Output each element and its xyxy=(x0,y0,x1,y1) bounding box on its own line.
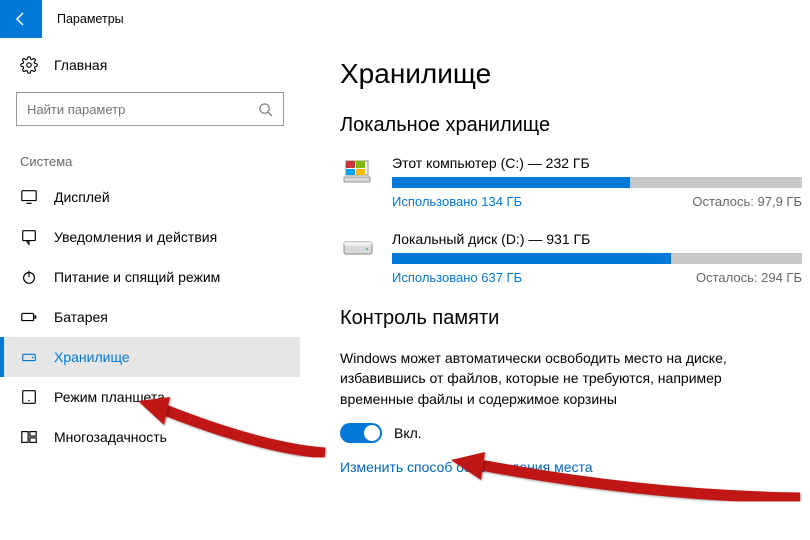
arrow-left-icon xyxy=(13,11,29,27)
back-button[interactable] xyxy=(0,0,42,38)
drive-item[interactable]: Этот компьютер (C:) — 232 ГБ Использовано… xyxy=(340,155,802,209)
nav-label: Многозадачность xyxy=(54,429,167,445)
nav-label: Батарея xyxy=(54,309,108,325)
nav-label: Дисплей xyxy=(54,189,110,205)
toggle-knob xyxy=(364,425,380,441)
drive-icon xyxy=(340,157,378,185)
home-button[interactable]: Главная xyxy=(0,50,300,88)
change-free-space-link[interactable]: Изменить способ освобождения места xyxy=(340,459,802,475)
nav-label: Режим планшета xyxy=(54,389,165,405)
storage-icon xyxy=(20,348,38,366)
drive-item[interactable]: Локальный диск (D:) — 931 ГБ Использовано… xyxy=(340,231,802,285)
nav-item-notification[interactable]: Уведомления и действия xyxy=(0,217,300,257)
home-label: Главная xyxy=(54,57,107,73)
drive-usage-bar xyxy=(392,177,802,188)
drive-remaining: Осталось: 97,9 ГБ xyxy=(692,194,802,209)
group-label: Система xyxy=(0,144,300,177)
display-icon xyxy=(20,188,38,206)
tablet-icon xyxy=(20,388,38,406)
local-storage-heading: Локальное хранилище xyxy=(340,114,802,137)
drive-title: Локальный диск (D:) — 931 ГБ xyxy=(392,231,802,247)
storage-sense-toggle-row: Вкл. xyxy=(340,423,802,443)
search-input[interactable] xyxy=(27,102,258,117)
gear-icon xyxy=(20,56,38,74)
drive-used: Использовано 637 ГБ xyxy=(392,270,522,285)
drive-body: Локальный диск (D:) — 931 ГБ Использовано… xyxy=(392,231,802,285)
nav-item-multitask[interactable]: Многозадачность xyxy=(0,417,300,457)
drive-icon xyxy=(340,233,378,261)
search-icon xyxy=(258,102,273,117)
main-panel: Хранилище Локальное хранилище Этот компь… xyxy=(300,38,810,540)
drive-title: Этот компьютер (C:) — 232 ГБ xyxy=(392,155,802,171)
power-icon xyxy=(20,268,38,286)
window-title: Параметры xyxy=(57,12,124,26)
nav-item-display[interactable]: Дисплей xyxy=(0,177,300,217)
page-heading: Хранилище xyxy=(340,58,802,90)
storage-sense-heading: Контроль памяти xyxy=(340,307,802,330)
nav-item-storage[interactable]: Хранилище xyxy=(0,337,300,377)
storage-sense-toggle[interactable] xyxy=(340,423,382,443)
toggle-state-label: Вкл. xyxy=(394,425,422,441)
nav-item-tablet[interactable]: Режим планшета xyxy=(0,377,300,417)
nav-item-battery[interactable]: Батарея xyxy=(0,297,300,337)
storage-sense-description: Windows может автоматически освободить м… xyxy=(340,348,802,409)
drive-used: Использовано 134 ГБ xyxy=(392,194,522,209)
nav-label: Питание и спящий режим xyxy=(54,269,220,285)
nav-label: Хранилище xyxy=(54,349,130,365)
battery-icon xyxy=(20,308,38,326)
notification-icon xyxy=(20,228,38,246)
title-bar: Параметры xyxy=(0,0,810,38)
nav-label: Уведомления и действия xyxy=(54,229,217,245)
nav-item-power[interactable]: Питание и спящий режим xyxy=(0,257,300,297)
drive-body: Этот компьютер (C:) — 232 ГБ Использовано… xyxy=(392,155,802,209)
sidebar: Главная Система Дисплей Уведомления и дей… xyxy=(0,38,300,540)
search-box[interactable] xyxy=(16,92,284,126)
drive-remaining: Осталось: 294 ГБ xyxy=(696,270,802,285)
multitask-icon xyxy=(20,428,38,446)
drive-usage-bar xyxy=(392,253,802,264)
